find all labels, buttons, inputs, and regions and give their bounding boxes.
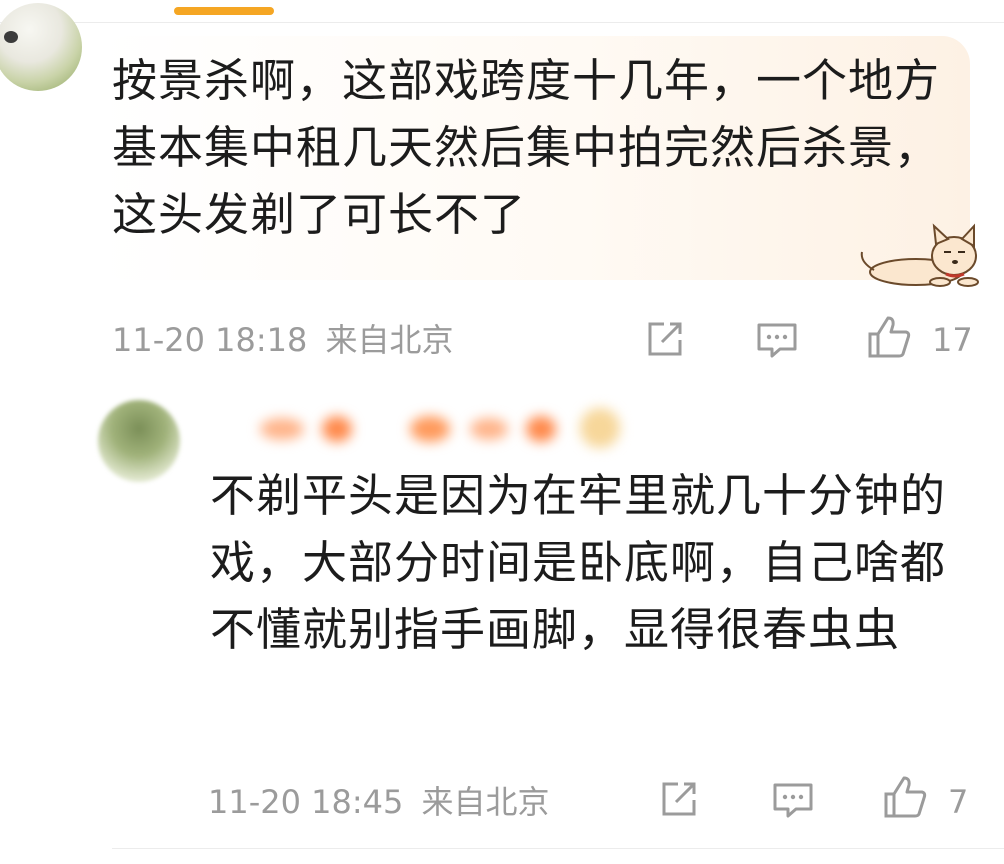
comment-location: 来自北京: [325, 321, 454, 359]
like-count: 7: [948, 783, 969, 821]
comment-time: 11-20 18:45: [208, 783, 404, 821]
thumbs-up-icon[interactable]: [866, 314, 912, 360]
divider: [112, 848, 1004, 849]
comment-icon[interactable]: [770, 778, 816, 824]
share-icon[interactable]: [656, 776, 702, 822]
divider: [0, 22, 1004, 23]
comment-time: 11-20 18:18: [112, 321, 308, 359]
author-name-blurred[interactable]: [250, 404, 630, 454]
comment-meta: 11-20 18:18 来自北京: [112, 320, 454, 360]
thumbs-up-icon[interactable]: [882, 774, 928, 820]
comment-text: 按景杀啊，这部戏跨度十几年，一个地方基本集中租几天然后集中拍完然后杀景，这头发剃…: [112, 54, 941, 241]
avatar[interactable]: [98, 400, 180, 482]
avatar[interactable]: [0, 3, 82, 91]
reply-text: 不剃平头是因为在牢里就几十分钟的戏，大部分时间是卧底啊，自己啥都不懂就别指手画脚…: [210, 469, 947, 656]
share-icon[interactable]: [642, 316, 688, 362]
tab-indicator: [174, 7, 274, 15]
comment-location: 来自北京: [421, 783, 550, 821]
comment-thread: 按景杀啊，这部戏跨度十几年，一个地方基本集中租几天然后集中拍完然后杀景，这头发剃…: [0, 0, 1004, 864]
comment-icon[interactable]: [754, 318, 800, 364]
dog-sticker-icon: [860, 223, 979, 287]
like-count: 17: [932, 321, 973, 359]
comment-meta: 11-20 18:45 来自北京: [208, 782, 550, 822]
